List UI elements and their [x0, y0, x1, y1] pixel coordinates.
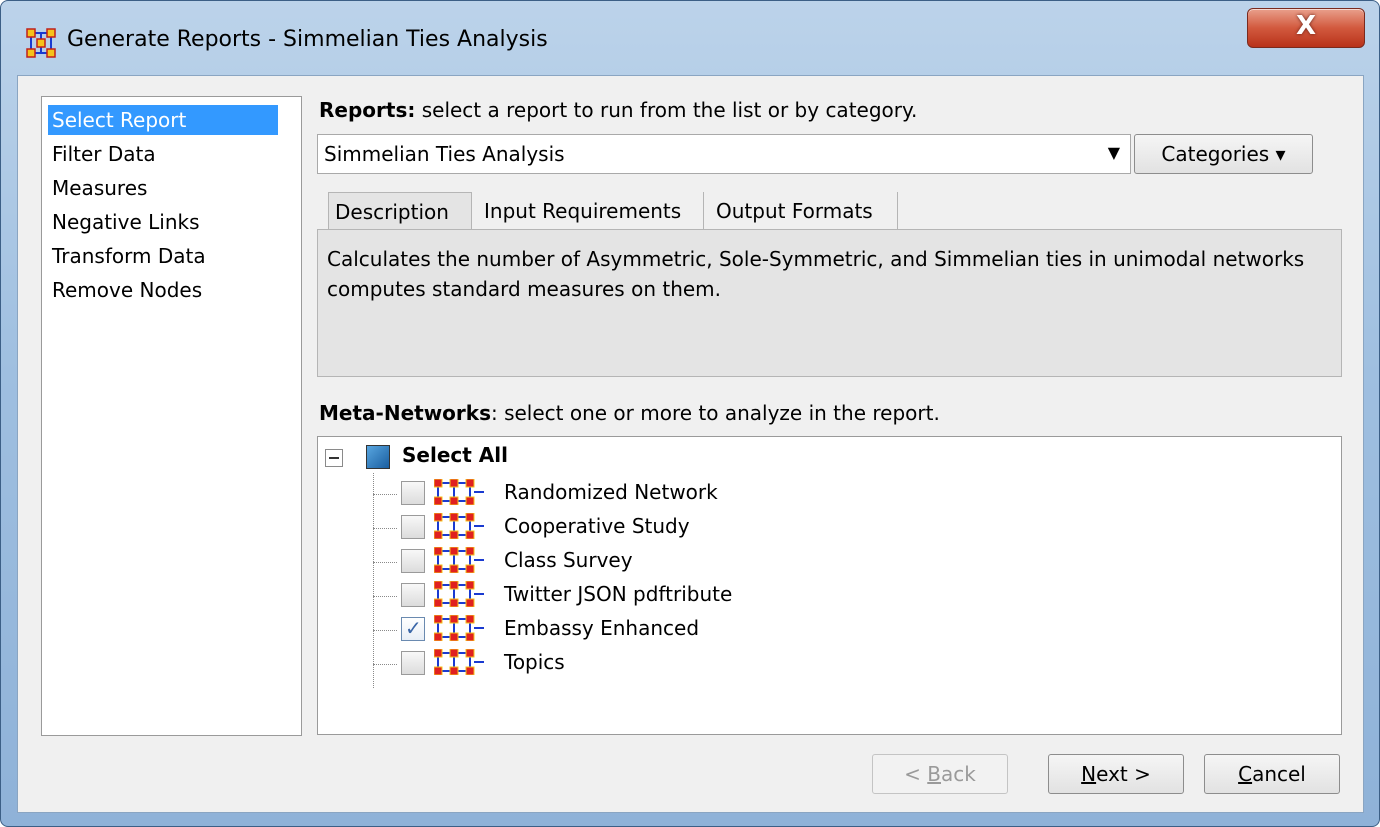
reports-heading-bold: Reports:	[319, 98, 416, 122]
tree-branch	[373, 528, 397, 529]
close-icon: X	[1295, 11, 1317, 41]
tree-item-label: Cooperative Study	[504, 514, 690, 538]
description-panel: Calculates the number of Asymmetric, Sol…	[317, 229, 1342, 377]
report-select-value: Simmelian Ties Analysis	[324, 142, 565, 166]
next-button[interactable]: Next >	[1048, 754, 1184, 794]
checkmark-icon: ✓	[405, 616, 422, 640]
meta-network-icon	[434, 581, 484, 607]
dialog-body: Select Report Filter Data Measures Negat…	[17, 75, 1364, 813]
reports-heading-text: select a report to run from the list or …	[415, 98, 918, 122]
meta-network-icon	[434, 513, 484, 539]
meta-network-tree: Select All Randomized Network Cooperativ…	[317, 436, 1342, 735]
tree-connector	[373, 473, 374, 688]
tree-item-label: Embassy Enhanced	[504, 616, 700, 640]
tree-branch	[373, 562, 397, 563]
tree-collapse-icon[interactable]	[325, 449, 343, 467]
tree-item-label: Randomized Network	[504, 480, 718, 504]
meta-networks-heading: Meta-Networks: select one or more to ana…	[319, 401, 940, 425]
tree-item-label: Topics	[504, 650, 565, 674]
select-all-label[interactable]: Select All	[402, 443, 508, 467]
tree-item-label: Class Survey	[504, 548, 633, 572]
nav-item-remove-nodes[interactable]: Remove Nodes	[48, 275, 206, 305]
wizard-step-list: Select Report Filter Data Measures Negat…	[41, 96, 302, 736]
back-button-mnemonic: B	[927, 762, 941, 786]
next-button-mnemonic: N	[1081, 762, 1097, 786]
checkbox[interactable]	[401, 481, 425, 505]
tree-branch	[373, 596, 397, 597]
nav-item-transform-data[interactable]: Transform Data	[48, 241, 210, 271]
nav-item-filter-data[interactable]: Filter Data	[48, 139, 160, 169]
nav-item-select-report[interactable]: Select Report	[48, 105, 278, 135]
dropdown-arrow-icon: ▼	[1107, 143, 1120, 162]
tab-output-formats[interactable]: Output Formats	[710, 192, 898, 230]
checkbox[interactable]	[401, 549, 425, 573]
nav-item-negative-links[interactable]: Negative Links	[48, 207, 204, 237]
title-bar[interactable]: Generate Reports - Simmelian Ties Analys…	[1, 1, 1379, 67]
tab-input-requirements[interactable]: Input Requirements	[478, 192, 704, 230]
meta-network-icon	[434, 479, 484, 505]
checkbox[interactable]	[401, 515, 425, 539]
reports-heading: Reports: select a report to run from the…	[319, 98, 917, 122]
tree-branch	[373, 630, 397, 631]
generate-reports-window: Generate Reports - Simmelian Ties Analys…	[0, 0, 1380, 827]
meta-networks-heading-text: : select one or more to analyze in the r…	[490, 401, 940, 425]
checkbox[interactable]	[401, 583, 425, 607]
back-button[interactable]: < Back	[872, 754, 1008, 794]
description-text: Calculates the number of Asymmetric, Sol…	[327, 247, 1305, 301]
meta-network-icon	[434, 547, 484, 573]
cancel-button-label: ancel	[1252, 762, 1306, 786]
cancel-button-mnemonic: C	[1238, 762, 1253, 786]
meta-network-icon	[434, 615, 484, 641]
meta-networks-heading-bold: Meta-Networks	[319, 401, 491, 425]
tab-description[interactable]: Description	[328, 192, 472, 230]
close-button[interactable]: X	[1247, 8, 1365, 48]
back-button-prefix: <	[904, 762, 928, 786]
next-button-label: ext >	[1096, 762, 1151, 786]
window-title: Generate Reports - Simmelian Ties Analys…	[67, 27, 548, 52]
tree-item-label: Twitter JSON pdftribute	[504, 582, 733, 606]
cancel-button[interactable]: Cancel	[1204, 754, 1340, 794]
checkbox[interactable]	[401, 651, 425, 675]
report-select[interactable]: Simmelian Ties Analysis ▼	[317, 134, 1131, 174]
nav-item-measures[interactable]: Measures	[48, 173, 151, 203]
checkbox-checked[interactable]: ✓	[401, 616, 425, 641]
back-button-label: ack	[941, 762, 976, 786]
tree-branch	[373, 494, 397, 495]
meta-network-icon	[434, 649, 484, 675]
tree-branch	[373, 664, 397, 665]
categories-button[interactable]: Categories ▾	[1134, 134, 1313, 174]
select-all-checkbox[interactable]	[366, 445, 390, 469]
meta-network-app-icon	[26, 28, 56, 58]
